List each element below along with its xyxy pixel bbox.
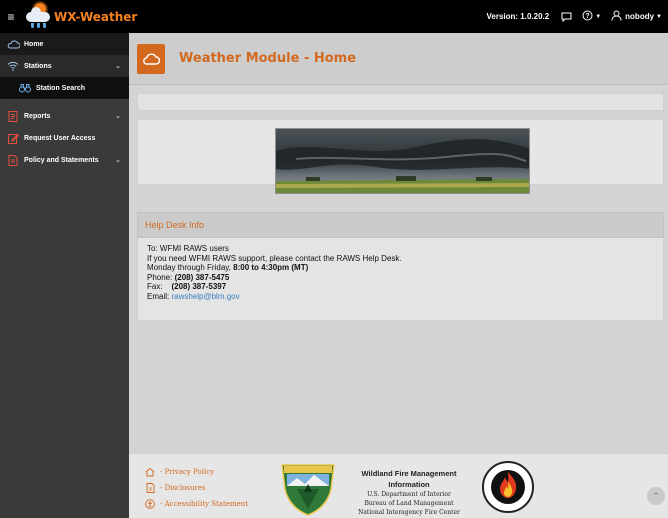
banner-panel	[137, 119, 664, 194]
footer-title: Wildland Fire Management Information	[361, 469, 457, 489]
wifi-icon	[6, 60, 20, 72]
storm-cloud-image	[275, 128, 530, 194]
footer: - Privacy Policy - Disclosures - Accessi…	[129, 453, 668, 518]
app-title[interactable]: WX-Weather	[54, 10, 137, 24]
sidebar-item-label: Reports	[24, 112, 51, 120]
user-icon	[611, 10, 622, 23]
binoculars-icon	[18, 82, 32, 94]
chevron-down-icon: ▼	[595, 13, 602, 20]
sidebar-item-label: Home	[24, 40, 44, 48]
top-bar: ≡ WX-Weather Version: 1.0.20.2 ? ▼ nobod…	[0, 0, 668, 33]
disclosures-link[interactable]: - Disclosures	[145, 480, 248, 496]
privacy-policy-link[interactable]: - Privacy Policy	[145, 464, 248, 480]
sidebar-item-station-search[interactable]: Station Search	[0, 77, 129, 99]
version-label: Version: 1.0.20.2	[486, 12, 550, 21]
page-title: Weather Module - Home	[179, 51, 357, 66]
chevron-down-icon: ⌄	[115, 63, 121, 70]
sidebar-item-reports[interactable]: Reports ⌄	[0, 105, 129, 127]
chevron-down-icon: ⌄	[115, 113, 121, 120]
email-link[interactable]: rawshelp@blm.gov	[171, 292, 239, 301]
scroll-to-top-button[interactable]: ⌃	[647, 487, 665, 505]
sidebar-item-label: Request User Access	[24, 134, 96, 142]
help-hours: Monday through Friday, 8:00 to 4:30pm (M…	[147, 263, 309, 272]
empty-panel	[137, 93, 664, 111]
report-icon	[6, 110, 20, 122]
home-icon	[145, 467, 155, 477]
blm-logo[interactable]	[279, 462, 337, 518]
sidebar-item-label: Stations	[24, 62, 52, 70]
wx-weather-logo-icon[interactable]	[22, 0, 52, 33]
footer-line: National Interagency Fire Center	[358, 509, 460, 516]
sidebar-item-request-user-access[interactable]: Request User Access	[0, 127, 129, 149]
nifc-logo[interactable]	[481, 460, 535, 516]
footer-line: Bureau of Land Management	[364, 500, 454, 507]
chevron-down-icon: ⌄	[115, 157, 121, 164]
sidebar-item-label: Station Search	[36, 84, 86, 92]
edit-icon	[6, 132, 20, 144]
help-line: If you need WFMI RAWS support, please co…	[147, 253, 402, 263]
cloud-icon	[137, 43, 165, 74]
help-desk-heading: Help Desk Info	[137, 212, 664, 238]
accessibility-icon	[145, 499, 155, 509]
footer-line: U.S. Department of Interior	[367, 491, 451, 498]
user-name: nobody	[625, 12, 655, 21]
chevron-down-icon: ▼	[656, 13, 662, 20]
sidebar-item-label: Policy and Statements	[24, 156, 99, 164]
sidebar-item-home[interactable]: Home	[0, 33, 129, 55]
hamburger-menu-icon[interactable]: ≡	[0, 0, 22, 33]
help-menu[interactable]: ? ▼	[582, 10, 601, 23]
help-line: To: WFMI RAWS users	[147, 244, 229, 253]
help-desk-info: To: WFMI RAWS users If you need WFMI RAW…	[137, 238, 664, 321]
accessibility-statement-link[interactable]: - Accessibility Statement	[145, 496, 248, 512]
main-content: Weather Module - Home Help Desk Info To:…	[129, 33, 668, 518]
chevron-up-icon: ⌃	[652, 490, 660, 501]
page-header: Weather Module - Home	[129, 33, 668, 85]
help-icon: ?	[582, 10, 593, 23]
sidebar-item-stations[interactable]: Stations ⌄	[0, 55, 129, 77]
sidebar-item-policy-and-statements[interactable]: Policy and Statements ⌄	[0, 149, 129, 171]
help-email: Email: rawshelp@blm.gov	[147, 291, 240, 301]
chat-icon[interactable]	[561, 12, 572, 22]
document-icon	[6, 154, 20, 166]
help-fax: Fax: (208) 387-5397	[147, 282, 227, 291]
user-menu[interactable]: nobody ▼	[611, 10, 662, 23]
cloud-icon	[6, 38, 20, 50]
document-icon	[145, 483, 155, 493]
sidebar: Home Stations ⌄ Station Search Reports ⌄…	[0, 33, 129, 518]
svg-text:?: ?	[586, 13, 590, 20]
help-phone: Phone: (208) 387-5475	[147, 272, 230, 282]
